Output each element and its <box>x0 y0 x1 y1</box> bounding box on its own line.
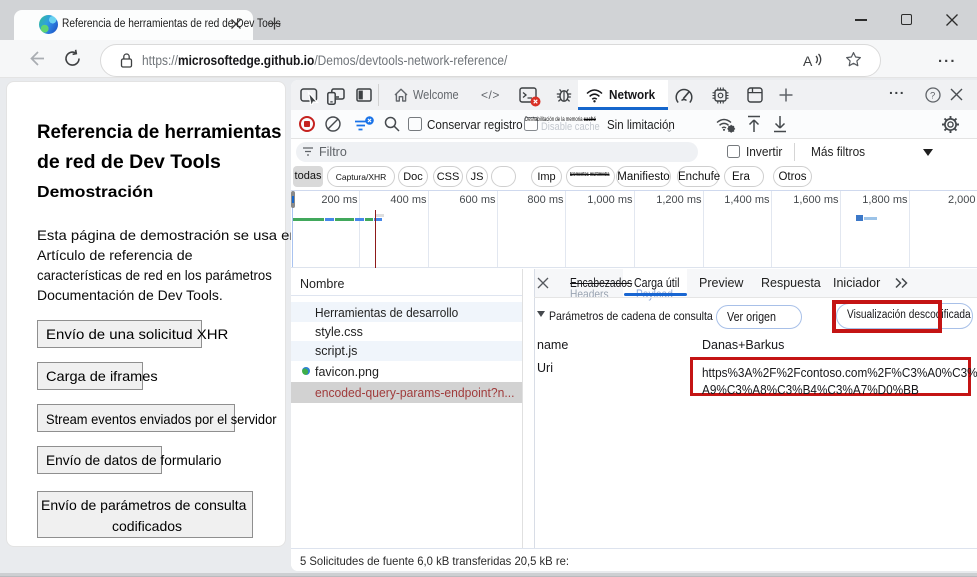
svg-text:A: A <box>803 53 813 69</box>
svg-text:?: ? <box>930 91 935 102</box>
